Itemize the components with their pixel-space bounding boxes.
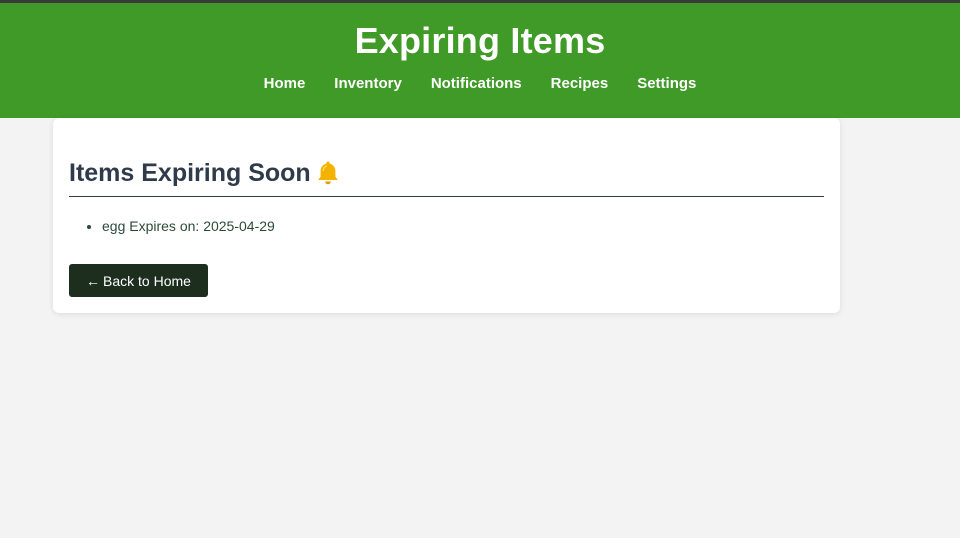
expiring-items-card: Items Expiring Soon egg Expires on: 2025… <box>53 118 840 313</box>
expiring-items-list: egg Expires on: 2025-04-29 <box>69 217 824 235</box>
nav-inventory[interactable]: Inventory <box>334 75 402 93</box>
nav-notifications[interactable]: Notifications <box>431 75 522 93</box>
section-heading-text: Items Expiring Soon <box>69 159 311 187</box>
list-item: egg Expires on: 2025-04-29 <box>102 217 824 235</box>
arrow-left-icon: ← <box>86 272 100 289</box>
back-button-label: Back to Home <box>103 272 191 289</box>
nav-recipes[interactable]: Recipes <box>551 75 609 93</box>
nav-settings[interactable]: Settings <box>637 75 696 93</box>
main-nav: Home Inventory Notifications Recipes Set… <box>0 75 960 93</box>
page-title: Expiring Items <box>354 20 606 61</box>
section-heading: Items Expiring Soon <box>69 118 824 197</box>
bell-icon <box>317 161 338 185</box>
item-expiry-date: 2025-04-29 <box>203 218 275 234</box>
item-expires-label: Expires on: <box>129 218 200 234</box>
nav-home[interactable]: Home <box>264 75 306 93</box>
site-header: Expiring Items Home Inventory Notificati… <box>0 3 960 118</box>
item-name: egg <box>102 218 126 234</box>
back-to-home-button[interactable]: ← Back to Home <box>69 264 208 297</box>
